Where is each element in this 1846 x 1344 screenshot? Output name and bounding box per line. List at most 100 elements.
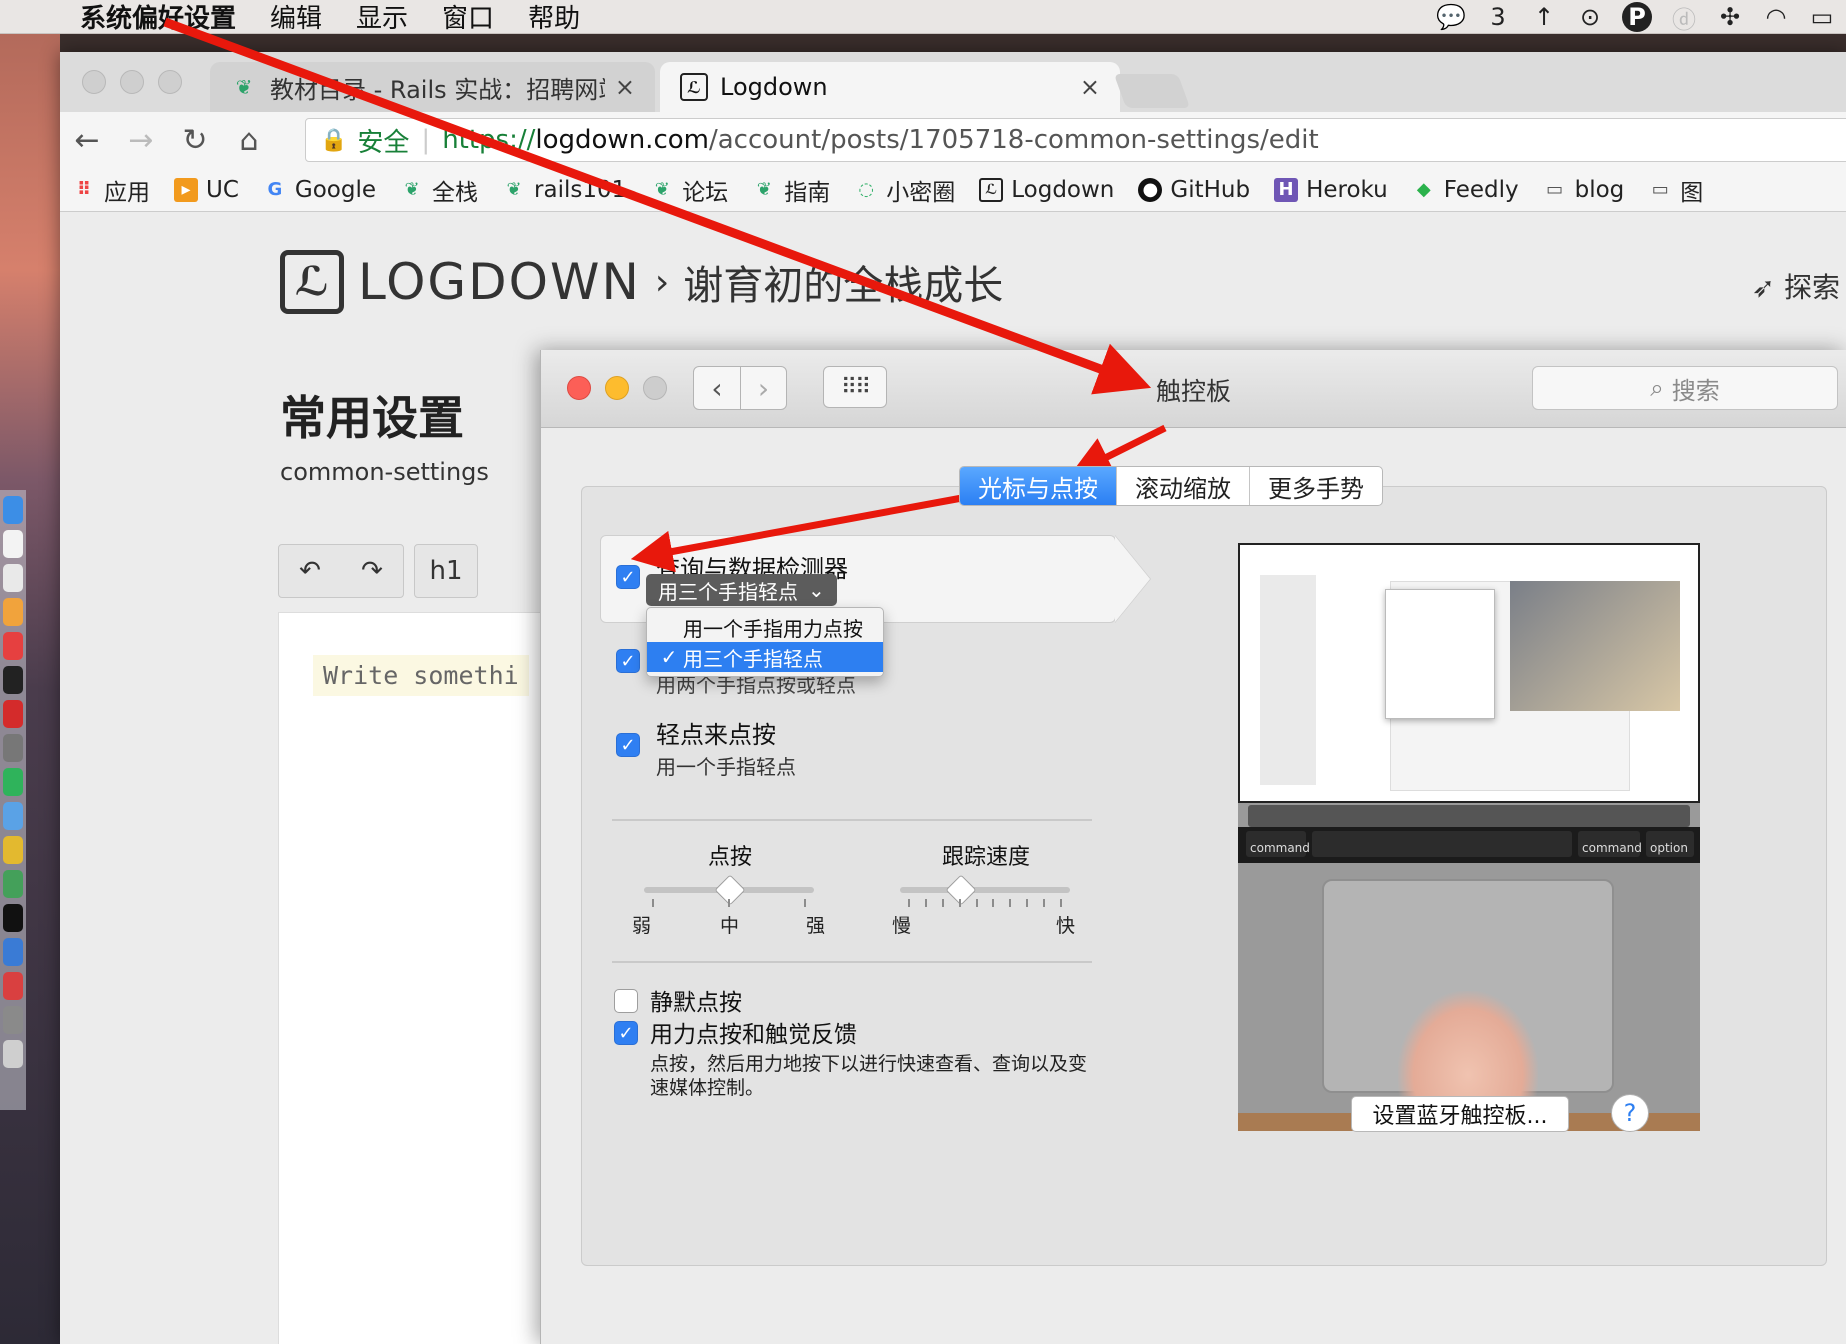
menu-item-label: 用三个手指轻点 — [683, 646, 823, 671]
dock-finder-icon[interactable] — [3, 496, 23, 524]
bookmark-blog[interactable]: ▭ blog — [1543, 177, 1624, 203]
secondary-click-checkbox[interactable]: ✓ — [616, 649, 640, 673]
menu-window[interactable]: 窗口 — [442, 0, 494, 35]
setup-bluetooth-trackpad-button[interactable]: 设置蓝牙触控板... — [1351, 1096, 1569, 1132]
tracking-speed-slider[interactable] — [900, 887, 1070, 893]
bookmark-google[interactable]: G Google — [263, 176, 377, 203]
dock-app-icon[interactable] — [3, 802, 23, 830]
silent-click-checkbox[interactable] — [614, 989, 638, 1013]
close-dot-icon[interactable] — [82, 70, 106, 94]
new-tab-button[interactable] — [1113, 74, 1191, 108]
dock-terminal-icon[interactable] — [3, 904, 23, 932]
help-button[interactable]: ? — [1611, 1094, 1649, 1132]
explore-link[interactable]: ➶ 探索 — [1752, 266, 1840, 306]
dock-chrome-icon[interactable] — [3, 836, 23, 864]
wifi-icon[interactable]: ◠ — [1762, 2, 1790, 32]
bookmark-feedly[interactable]: ◆ Feedly — [1412, 177, 1519, 203]
dock-launchpad-icon[interactable] — [3, 734, 23, 762]
dock-gift-icon[interactable] — [3, 598, 23, 626]
close-tab-icon[interactable]: × — [1080, 73, 1100, 101]
tap-to-click-label: 轻点来点按 — [656, 721, 776, 749]
prefs-search-field[interactable]: ⌕ 搜索 — [1532, 366, 1838, 410]
minimize-dot-icon[interactable] — [120, 70, 144, 94]
dock-app-icon[interactable] — [3, 768, 23, 796]
wechat-icon[interactable]: 💬 — [1436, 2, 1466, 32]
redo-icon[interactable]: ↷ — [341, 545, 403, 597]
d-app-icon[interactable]: ⓓ — [1670, 2, 1698, 34]
forward-icon[interactable]: → — [114, 123, 168, 158]
tab-logdown[interactable]: ℒ Logdown × — [660, 62, 1120, 112]
pinwheel-icon[interactable]: ✣ — [1716, 2, 1744, 32]
force-click-desc-line1: 点按，然后用力地按下以进行快速查看、查询以及变 — [650, 1053, 1088, 1075]
p-app-icon[interactable]: P — [1622, 2, 1652, 32]
bookmark-xiaomiquan[interactable]: ◌ 小密圈 — [854, 173, 955, 207]
menu-help[interactable]: 帮助 — [528, 0, 580, 35]
bookmark-forum[interactable]: ❦ 论坛 — [650, 173, 729, 207]
tab-point-click[interactable]: 光标与点按 — [960, 467, 1116, 505]
bookmark-uc[interactable]: ▸ UC — [174, 177, 239, 203]
menu-item-force-click[interactable]: 用一个手指用力点按 — [647, 612, 883, 642]
tab-scroll-zoom[interactable]: 滚动缩放 — [1116, 467, 1249, 505]
tab-title: 教材目录 - Rails 实战：招聘网站 — [270, 75, 605, 104]
bookmark-apps[interactable]: ⠿ 应用 — [72, 173, 150, 207]
bookmark-folder[interactable]: ▭ 图 — [1648, 173, 1704, 207]
dock-trash-icon[interactable] — [3, 1040, 23, 1068]
display-icon[interactable]: ▭ — [1808, 2, 1836, 32]
tap-to-click-checkbox[interactable]: ✓ — [616, 733, 640, 757]
back-icon[interactable]: ← — [60, 123, 114, 158]
zoom-dot-icon[interactable] — [158, 70, 182, 94]
circle-arrow-icon[interactable]: ⊙ — [1576, 2, 1604, 32]
lookup-checkbox[interactable]: ✓ — [616, 565, 640, 589]
dock-app-icon[interactable] — [3, 666, 23, 694]
leaf-icon: ❦ — [654, 179, 670, 200]
bookmark-heroku[interactable]: H Heroku — [1274, 177, 1388, 203]
dock-app-icon[interactable] — [3, 938, 23, 966]
github-icon: ● — [1138, 177, 1163, 202]
dock-calendar-icon[interactable] — [3, 530, 23, 558]
logdown-icon: ℒ — [680, 73, 708, 101]
chevron-down-icon: ⌄ — [808, 578, 825, 602]
uc-icon: ▸ — [174, 177, 198, 202]
editor-toolbar: ↶ ↷ h1 — [278, 544, 478, 598]
dock-settings-icon[interactable] — [3, 1006, 23, 1034]
preview-dictionary-popover — [1385, 589, 1495, 719]
dock-app-icon[interactable] — [3, 564, 23, 592]
menu-view[interactable]: 显示 — [356, 0, 408, 35]
bookmark-fullstack[interactable]: ❦ 全栈 — [400, 173, 478, 207]
reload-icon[interactable]: ↻ — [168, 123, 222, 158]
settings-panel: ✓ 查询与数据检测器 用三个手指轻点 ⌄ 用一个手指用力点按 ✓ 用三个手指轻点 … — [581, 486, 1827, 1266]
dock — [0, 490, 26, 1110]
leaf-icon: ❦ — [756, 179, 772, 200]
undo-icon[interactable]: ↶ — [279, 545, 341, 597]
address-bar[interactable]: 🔒 安全 | https:// logdown.com /account/pos… — [305, 118, 1846, 162]
menu-edit[interactable]: 编辑 — [270, 0, 322, 35]
tab-rails-tutorial[interactable]: ❦ 教材目录 - Rails 实战：招聘网站 × — [210, 62, 655, 112]
tracking-speed-label: 跟踪速度 — [942, 845, 1031, 870]
force-click-checkbox[interactable]: ✓ — [614, 1021, 638, 1045]
close-tab-icon[interactable]: × — [615, 73, 635, 101]
preview-keyboard: command command option — [1238, 827, 1700, 863]
menu-item-three-finger-tap[interactable]: ✓ 用三个手指轻点 — [647, 642, 883, 672]
dock-app-icon[interactable] — [3, 870, 23, 898]
bookmark-label: Google — [294, 176, 377, 203]
tab-more-gestures[interactable]: 更多手势 — [1249, 467, 1382, 505]
bookmark-github[interactable]: ● GitHub — [1138, 177, 1250, 203]
bookmark-logdown[interactable]: ℒ Logdown — [979, 177, 1114, 203]
menu-app-name[interactable]: 系统偏好设置 — [80, 0, 236, 35]
checkmark-icon: ✓ — [660, 645, 678, 669]
dock-app-icon[interactable] — [3, 700, 23, 728]
url-host: logdown.com — [535, 125, 709, 155]
bookmark-guide[interactable]: ❦ 指南 — [752, 173, 831, 207]
heading-button[interactable]: h1 — [415, 545, 477, 597]
dock-weibo-icon[interactable] — [3, 632, 23, 660]
dock-app-icon[interactable] — [3, 972, 23, 1000]
upload-arrow-icon[interactable]: ↑ — [1530, 2, 1558, 32]
bookmark-label: 图 — [1680, 179, 1704, 206]
site-header[interactable]: ℒ LOGDOWN › 谢育初的全栈成长 — [280, 250, 1003, 314]
bookmark-rails101[interactable]: ❦ rails101 — [502, 177, 626, 203]
click-min-label: 弱 — [632, 915, 652, 937]
home-icon[interactable]: ⌂ — [222, 123, 276, 158]
brand-name: LOGDOWN — [358, 253, 641, 311]
lookup-gesture-popup[interactable]: 用三个手指轻点 ⌄ — [646, 574, 837, 606]
folder-icon: ▭ — [1651, 179, 1669, 200]
